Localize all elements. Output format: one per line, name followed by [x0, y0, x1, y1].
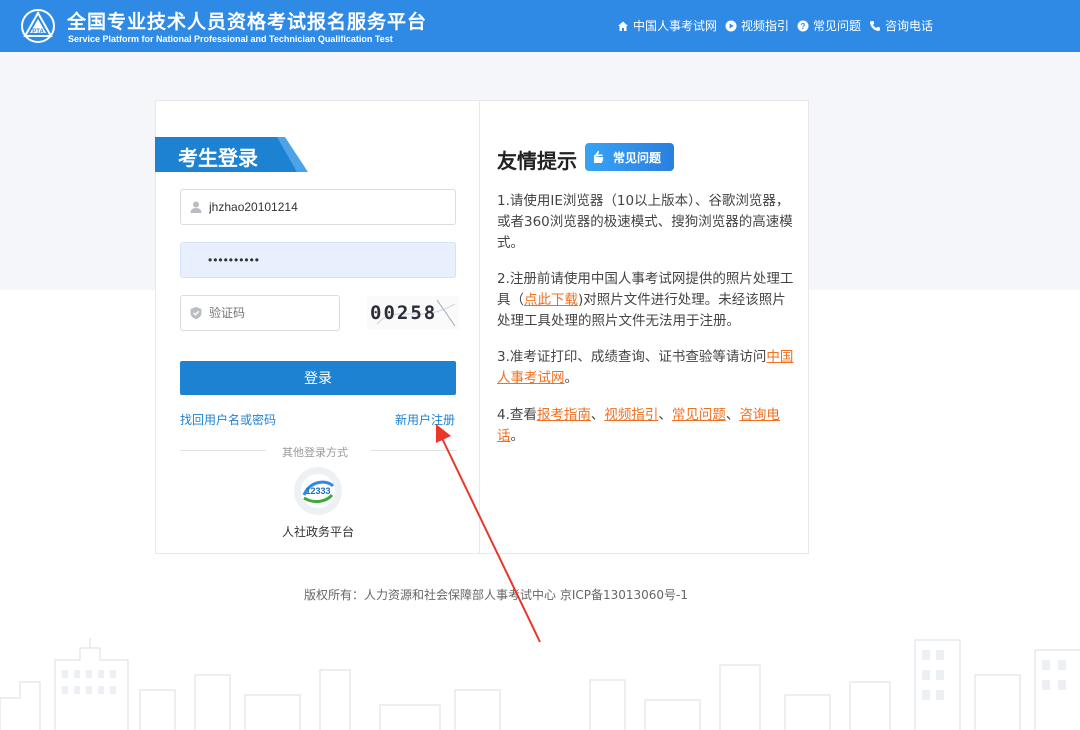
play-icon [725, 20, 737, 31]
faq-badge-button[interactable]: 常见问题 [585, 143, 674, 171]
nav-label: 中国人事考试网 [633, 19, 718, 33]
faq-badge-label: 常见问题 [613, 150, 662, 165]
copyright-text: 版权所有：人力资源和社会保障部人事考试中心 京ICP备13013060号-1 [304, 588, 689, 602]
question-icon: ? [797, 20, 809, 31]
tip-text: 、 [725, 407, 740, 423]
captcha-image[interactable]: 00258 [367, 296, 459, 330]
top-nav: 中国人事考试网 视频指引 ? 常见问题 咨询电话 [617, 17, 933, 34]
site-subtitle: Service Platform for National Profession… [68, 34, 393, 44]
nav-label: 常见问题 [813, 19, 862, 33]
phone-icon [870, 20, 881, 31]
pta-logo: PTA [21, 9, 55, 43]
card-divider [479, 100, 480, 554]
download-tool-link[interactable]: 点此下载 [524, 292, 578, 308]
nav-hotline[interactable]: 咨询电话 [869, 17, 933, 34]
register-link[interactable]: 新用户注册 [395, 411, 455, 428]
separator-line [371, 450, 457, 451]
nav-video-guide[interactable]: 视频指引 [725, 17, 789, 34]
user-icon [190, 201, 202, 213]
pointing-hand-icon [594, 150, 604, 163]
tip-text: 、 [590, 407, 605, 423]
video-guide-link[interactable]: 视频指引 [604, 407, 658, 423]
password-input[interactable] [181, 253, 455, 267]
home-icon [618, 21, 628, 31]
city-skyline-decoration [0, 638, 1080, 730]
site-title: 全国专业技术人员资格考试报名服务平台 [67, 11, 428, 33]
tip-text: 。 [564, 370, 579, 386]
captcha-input[interactable] [209, 306, 339, 320]
svg-text:PTA: PTA [32, 29, 44, 35]
nav-label: 咨询电话 [885, 19, 934, 33]
gov-platform-logo[interactable]: 12333 [294, 467, 342, 515]
separator-line [180, 450, 266, 451]
exam-guide-link[interactable]: 报考指南 [537, 407, 591, 423]
tip-text: 、 [658, 407, 672, 423]
tip-text: 4.查看 [497, 407, 537, 423]
tip-photo-tool: 2.注册前请使用中国人事考试网提供的照片处理工具（点此下载)对照片文件进行处理。… [497, 269, 795, 332]
svg-text:?: ? [801, 22, 806, 31]
faq-link[interactable]: 常见问题 [672, 407, 726, 423]
login-button[interactable]: 登录 [180, 361, 456, 395]
nav-label: 视频指引 [741, 19, 790, 33]
gov-platform-label: 人社政务平台 [282, 525, 355, 539]
svg-text:00258: 00258 [370, 302, 437, 324]
forgot-credentials-link[interactable]: 找回用户名或密码 [180, 411, 276, 428]
logo-12333-icon: 12333 [301, 474, 335, 508]
tip-text: 。 [510, 428, 525, 444]
login-tab-title: 考生登录 [178, 146, 258, 170]
tip-text: 3.准考证打印、成绩查询、证书查验等请访问 [497, 349, 767, 365]
tip-cpta-site: 3.准考证打印、成绩查询、证书查验等请访问中国人事考试网。 [497, 347, 795, 389]
username-input[interactable] [209, 200, 455, 214]
password-field[interactable] [180, 242, 456, 278]
tip-help-links: 4.查看报考指南、视频指引、常见问题、咨询电话。 [497, 405, 795, 447]
tip-browser: 1.请使用IE浏览器（10以上版本）、谷歌浏览器，或者360浏览器的极速模式、搜… [497, 193, 793, 251]
nav-cpta-site[interactable]: 中国人事考试网 [617, 17, 717, 34]
captcha-field[interactable] [180, 295, 340, 331]
top-header: PTA 全国专业技术人员资格考试报名服务平台 Service Platform … [0, 0, 1080, 52]
nav-faq[interactable]: ? 常见问题 [797, 17, 861, 34]
svg-text:12333: 12333 [305, 486, 330, 496]
username-field[interactable] [180, 189, 456, 225]
shield-icon [190, 307, 202, 320]
tips-title: 友情提示 [497, 149, 577, 173]
other-login-methods-label: 其他登录方式 [282, 446, 348, 459]
